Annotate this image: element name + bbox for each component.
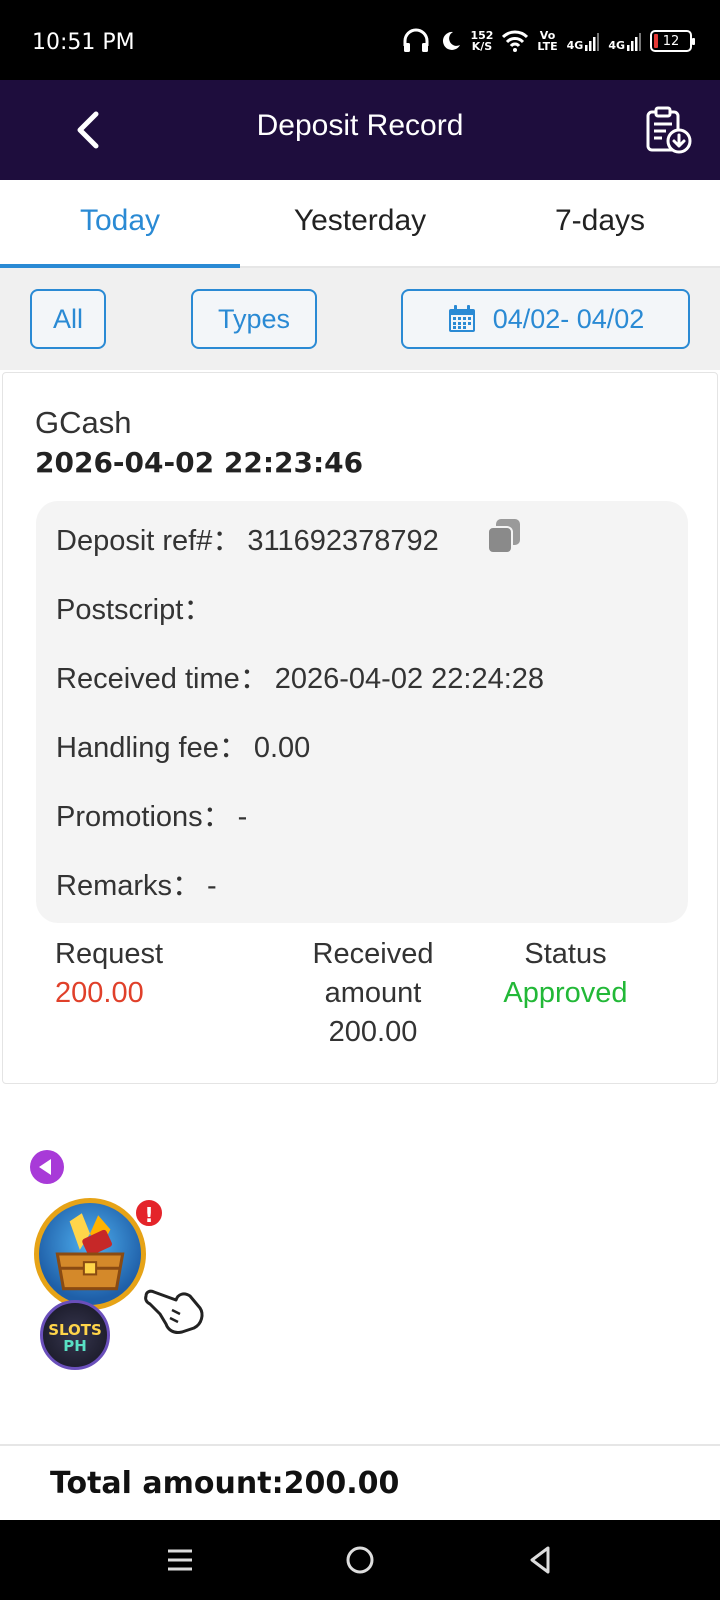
- status-label: Status: [524, 938, 607, 970]
- date-range-label: 04/02- 04/02: [492, 303, 645, 334]
- status-icons: 152 K/S Vo LTE 4G 4G 12: [402, 26, 695, 56]
- types-filter-button[interactable]: Types: [191, 289, 317, 349]
- deposit-ref-value: 311692378792: [247, 525, 439, 557]
- received-amount-label-line2: amount: [324, 977, 422, 1009]
- slots-ph-logo: SLOTS PH: [40, 1300, 110, 1370]
- handling-fee-row: Handling fee： 0.00: [56, 724, 310, 766]
- treasure-chest-icon[interactable]: [34, 1198, 146, 1310]
- received-time-value: 2026-04-02 22:24:28: [274, 663, 545, 695]
- total-amount: Total amount:200.00: [50, 1466, 400, 1501]
- calendar-icon: [448, 305, 475, 332]
- request-label: Request: [55, 938, 164, 970]
- wifi-icon: [502, 30, 529, 52]
- payment-method: GCash: [35, 405, 132, 440]
- deposit-record-screen: { "status_bar": { "time": "10:51 PM", "n…: [0, 0, 720, 1600]
- collapse-arrow-icon[interactable]: [30, 1150, 64, 1184]
- filter-bar: All Types 04/02- 04/02: [0, 268, 720, 370]
- record-details: Deposit ref#： 311692378792 Postscript： Re…: [36, 501, 688, 923]
- notification-badge: !: [134, 1198, 164, 1228]
- received-amount-column: Received amount 200.00: [253, 935, 493, 1052]
- net-speed-unit: K/S: [471, 40, 493, 53]
- logo-bottom-text: PH: [63, 1337, 87, 1355]
- volte-bottom: LTE: [537, 40, 558, 53]
- tab-7-days[interactable]: 7-days: [480, 180, 720, 266]
- deposit-ref-row: Deposit ref#： 311692378792: [56, 517, 439, 559]
- handling-fee-value: 0.00: [253, 732, 311, 764]
- battery-percent: 12: [662, 33, 680, 49]
- deposit-record-card: GCash 2026-04-02 22:23:46 Deposit ref#： 3…: [2, 372, 718, 1084]
- request-value: 200.00: [55, 977, 144, 1009]
- battery-icon: 12: [650, 30, 695, 52]
- signal-bars-icon: [585, 33, 600, 51]
- amount-summary: Request 200.00 Received amount 200.00 St…: [3, 935, 719, 1065]
- app-header: Deposit Record: [0, 80, 720, 180]
- request-column: Request 200.00: [55, 935, 163, 1013]
- date-range-button[interactable]: 04/02- 04/02: [401, 289, 690, 349]
- signal-sim1: 4G: [567, 31, 600, 51]
- clock: 10:51 PM: [32, 30, 135, 55]
- sim2-label: 4G: [608, 39, 625, 52]
- all-filter-button[interactable]: All: [30, 289, 106, 349]
- back-nav-icon[interactable]: [522, 1542, 558, 1578]
- clipboard-download-icon[interactable]: [642, 104, 694, 156]
- promotions-row: Promotions： -: [56, 793, 247, 835]
- tab-today[interactable]: Today: [0, 180, 240, 268]
- copy-icon[interactable]: [484, 517, 524, 557]
- page-title: Deposit Record: [256, 109, 464, 142]
- volte-indicator: Vo LTE: [537, 30, 557, 52]
- postscript-row: Postscript：: [56, 586, 218, 628]
- recent-apps-icon[interactable]: [162, 1542, 198, 1578]
- system-status-bar: 10:51 PM 152 K/S Vo LTE 4G 4G 12: [0, 0, 720, 80]
- promotions-label: Promotions：: [56, 801, 232, 833]
- system-navigation-bar: [0, 1520, 720, 1600]
- battery-level: [654, 34, 658, 48]
- signal-bars-icon: [627, 33, 641, 51]
- date-tabs: Today Yesterday 7-days: [0, 180, 720, 268]
- floating-promo-widget[interactable]: ! SLOTS PH: [30, 1150, 210, 1390]
- logo-top-text: SLOTS: [48, 1321, 102, 1339]
- promotions-value: -: [237, 801, 248, 833]
- sim1-label: 4G: [566, 39, 584, 52]
- received-time-row: Received time： 2026-04-02 22:24:28: [56, 655, 544, 697]
- remarks-row: Remarks： -: [56, 862, 217, 904]
- status-value: Approved: [503, 977, 628, 1009]
- deposit-ref-label: Deposit ref#：: [56, 525, 242, 557]
- tab-yesterday[interactable]: Yesterday: [240, 180, 480, 266]
- received-amount-value: 200.00: [328, 1016, 418, 1048]
- remarks-label: Remarks：: [56, 870, 202, 902]
- status-column: Status Approved: [483, 935, 648, 1013]
- pointing-hand-icon: [144, 1289, 204, 1334]
- deposit-datetime: 2026-04-02 22:23:46: [35, 446, 364, 479]
- chest-graphic: [55, 1213, 125, 1291]
- received-amount-label-line1: Received: [312, 938, 434, 970]
- home-icon[interactable]: [342, 1542, 378, 1578]
- handling-fee-label: Handling fee：: [56, 732, 248, 764]
- remarks-value: -: [207, 870, 217, 902]
- headphones-icon: [403, 28, 429, 52]
- network-speed: 152 K/S: [470, 30, 493, 52]
- total-bar: Total amount:200.00: [0, 1444, 720, 1520]
- postscript-label: Postscript：: [56, 594, 213, 626]
- moon-icon: [443, 31, 461, 50]
- received-time-label: Received time：: [56, 663, 269, 695]
- signal-sim2: 4G: [608, 31, 641, 51]
